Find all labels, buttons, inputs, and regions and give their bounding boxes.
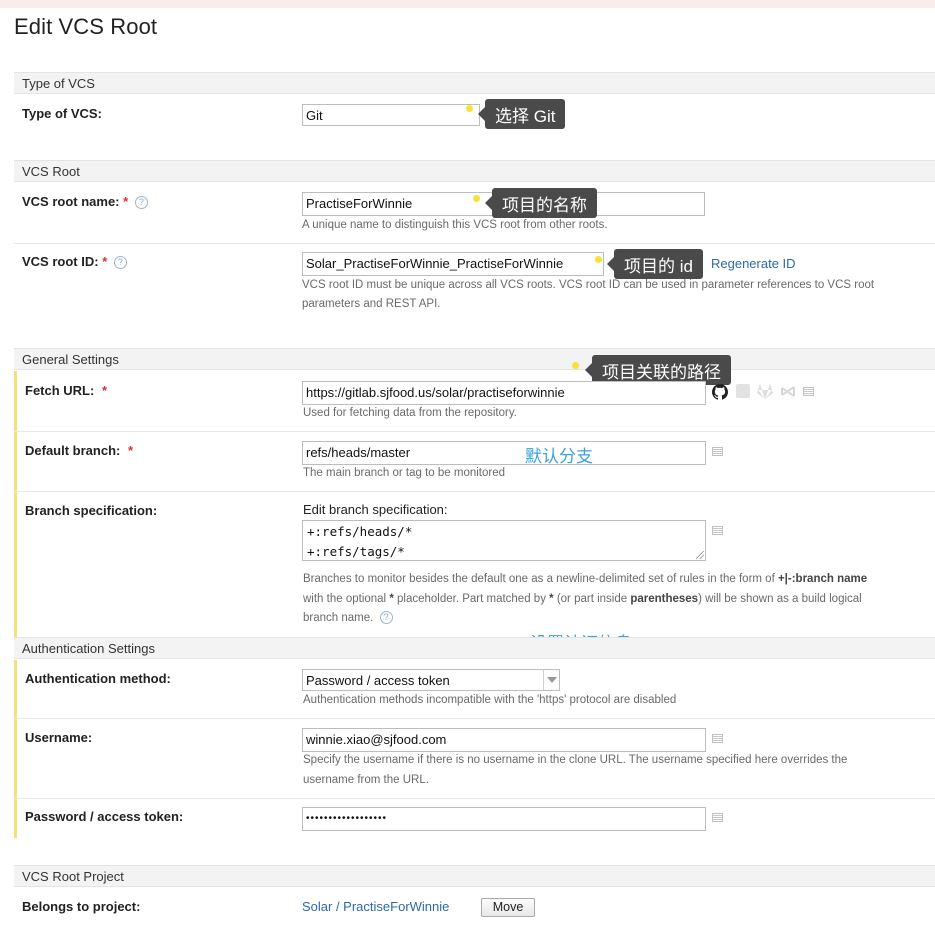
help-icon[interactable]: ? bbox=[379, 611, 393, 624]
top-strip bbox=[0, 0, 935, 8]
annotation-project-name: 项目的名称 bbox=[485, 188, 597, 218]
auth-method-label: Authentication method: bbox=[25, 671, 171, 686]
required-marker: * bbox=[101, 383, 108, 398]
parameter-icon[interactable] bbox=[712, 734, 723, 743]
password-input[interactable]: •••••••••••••••••• bbox=[302, 807, 706, 831]
branch-spec-hint-line2: with the optional * placeholder. Part ma… bbox=[303, 592, 862, 605]
branch-spec-hint-line3: branch name. ? bbox=[303, 609, 928, 629]
parameter-icon[interactable] bbox=[712, 447, 723, 456]
help-icon[interactable]: ? bbox=[113, 256, 127, 269]
vcs-root-id-label: VCS root ID: * ? bbox=[22, 254, 127, 269]
row-divider bbox=[14, 431, 935, 432]
vcs-root-name-hint: A unique name to distinguish this VCS ro… bbox=[302, 219, 608, 231]
section-vcs-root-project: VCS Root Project bbox=[14, 865, 935, 887]
type-of-vcs-select[interactable]: Git bbox=[302, 104, 480, 126]
section-vcs-root: VCS Root bbox=[14, 160, 935, 182]
page-title: Edit VCS Root bbox=[14, 14, 158, 39]
fetch-url-hint: Used for fetching data from the reposito… bbox=[303, 407, 517, 419]
branch-spec-hint: Branches to monitor besides the default … bbox=[303, 570, 928, 629]
highlight-dot bbox=[466, 105, 473, 112]
vcs-root-id-input[interactable]: Solar_PractiseForWinnie_PractiseForWinni… bbox=[302, 252, 604, 276]
move-button[interactable]: Move bbox=[481, 898, 535, 917]
vcs-root-id-label-text: VCS root ID: bbox=[22, 254, 99, 269]
default-branch-label: Default branch: * bbox=[25, 443, 133, 458]
branch-spec-line: +:refs/heads/* bbox=[307, 524, 413, 539]
highlight-dot bbox=[473, 195, 480, 202]
vcs-root-id-hint-line1: VCS root ID must be unique across all VC… bbox=[302, 279, 875, 291]
section-type-of-vcs: Type of VCS bbox=[14, 72, 935, 94]
required-marker: * bbox=[123, 194, 129, 209]
fetch-url-label-text: Fetch URL: bbox=[25, 383, 95, 398]
row-divider bbox=[14, 718, 935, 719]
fetch-url-label: Fetch URL: * bbox=[25, 383, 107, 398]
branch-spec-edit-label: Edit branch specification: bbox=[303, 502, 448, 517]
azure-devops-icon[interactable] bbox=[780, 384, 796, 399]
vcs-root-id-hint-line2: parameters and REST API. bbox=[302, 298, 441, 310]
changed-indicator-bar bbox=[14, 371, 17, 637]
changed-indicator-bar bbox=[14, 660, 17, 838]
section-authentication-settings: Authentication Settings bbox=[14, 637, 935, 659]
row-divider bbox=[14, 798, 935, 799]
auth-method-select[interactable]: Password / access token bbox=[302, 669, 560, 691]
row-divider bbox=[14, 243, 935, 244]
project-link[interactable]: Solar / PractiseForWinnie bbox=[302, 899, 449, 914]
annotation-select-git: 选择 Git bbox=[477, 99, 566, 129]
regenerate-id-link[interactable]: Regenerate ID bbox=[711, 256, 796, 271]
vcs-root-name-label: VCS root name: * ? bbox=[22, 194, 148, 209]
required-marker: * bbox=[127, 443, 134, 458]
fetch-url-input[interactable]: https://gitlab.sjfood.us/solar/practisef… bbox=[302, 381, 706, 405]
belongs-to-project-label: Belongs to project: bbox=[22, 899, 141, 914]
username-hint-line1: Specify the username if there is no user… bbox=[303, 754, 848, 766]
highlight-dot bbox=[595, 256, 602, 263]
help-icon[interactable]: ? bbox=[134, 196, 148, 209]
github-icon[interactable] bbox=[712, 384, 728, 400]
default-branch-hint: The main branch or tag to be monitored bbox=[303, 467, 506, 479]
required-marker: * bbox=[102, 254, 108, 269]
type-of-vcs-label: Type of VCS: bbox=[22, 106, 102, 121]
section-general-settings: General Settings bbox=[14, 348, 935, 370]
branch-spec-hint-line1: Branches to monitor besides the default … bbox=[303, 573, 868, 585]
highlight-dot bbox=[572, 362, 579, 369]
gitlab-icon[interactable] bbox=[757, 384, 773, 399]
row-divider bbox=[14, 491, 935, 492]
username-hint-line2: username from the URL. bbox=[303, 774, 429, 786]
username-input[interactable]: winnie.xiao@sjfood.com bbox=[302, 728, 706, 752]
parameter-icon[interactable] bbox=[803, 387, 814, 396]
chevron-down-icon[interactable] bbox=[543, 670, 559, 690]
annotation-project-id: 项目的 id bbox=[607, 249, 703, 279]
parameter-icon[interactable] bbox=[712, 526, 723, 535]
branch-spec-line: +:refs/tags/* bbox=[307, 544, 405, 559]
bitbucket-icon[interactable] bbox=[736, 384, 750, 398]
default-branch-label-text: Default branch: bbox=[25, 443, 121, 458]
password-label: Password / access token: bbox=[25, 809, 184, 824]
parameter-icon[interactable] bbox=[712, 813, 723, 822]
branch-spec-label: Branch specification: bbox=[25, 503, 158, 518]
auth-method-value: Password / access token bbox=[306, 673, 450, 688]
username-label: Username: bbox=[25, 730, 93, 745]
vcs-root-name-label-text: VCS root name: bbox=[22, 194, 120, 209]
auth-method-hint: Authentication methods incompatible with… bbox=[303, 694, 677, 706]
annotation-default-branch: 默认分支 bbox=[525, 447, 593, 466]
default-branch-input[interactable]: refs/heads/master bbox=[302, 441, 706, 465]
branch-spec-textarea[interactable]: +:refs/heads/* +:refs/tags/* bbox=[302, 520, 706, 561]
resize-handle[interactable] bbox=[696, 551, 704, 559]
